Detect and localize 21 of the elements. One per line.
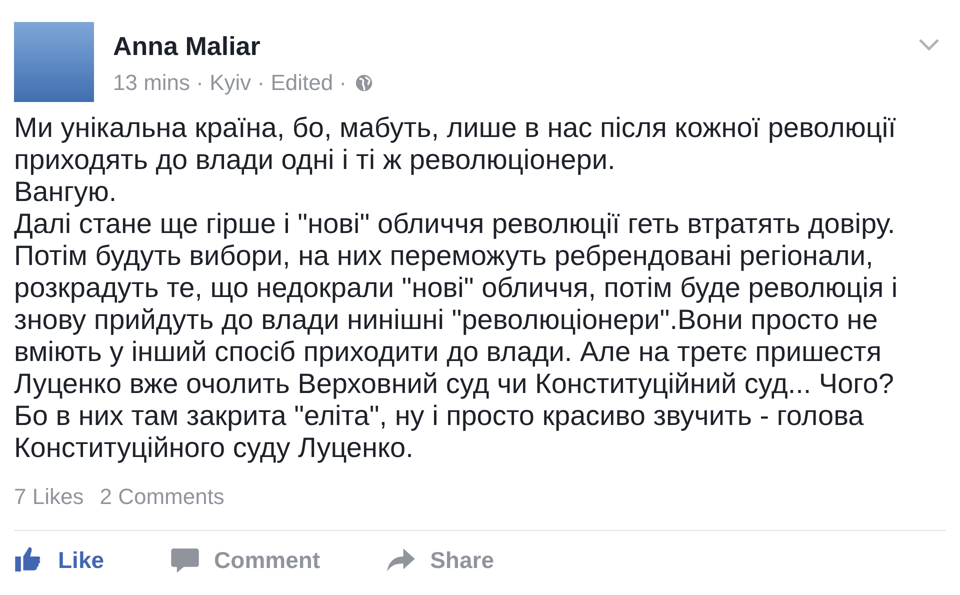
share-button[interactable]: Share bbox=[386, 541, 494, 579]
reaction-count[interactable]: 7 Likes bbox=[14, 484, 84, 510]
post-text-line: приходять до влади одні і ті ж революціонери. bbox=[14, 144, 616, 176]
reaction-count[interactable]: 2 Comments bbox=[100, 484, 224, 510]
globe-icon bbox=[354, 74, 373, 92]
post-text-line: Потім будуть вибори, на них переможуть ребрендовані регіонали, bbox=[14, 240, 874, 272]
comment-button[interactable]: Comment bbox=[170, 541, 320, 579]
post-text-line: Далі стане ще гірше і "нові" обличчя революції геть втратять довіру. bbox=[14, 208, 896, 240]
post-text-line: Вангую. bbox=[14, 176, 117, 208]
post-text-line: Луценко вже очолить Верховний суд чи Конституційний суд... Чого? bbox=[14, 368, 894, 400]
post-text-line: Конституційного суду Луценко. bbox=[14, 432, 414, 464]
post-text-line: Ми унікальна країна, бо, мабуть, лише в нас після кожної революції bbox=[14, 112, 896, 144]
post-text-line: Бо в них там закрита "еліта", ну і просто красиво звучить - голова bbox=[14, 400, 864, 432]
avatar-placeholder[interactable] bbox=[14, 22, 94, 102]
post-text-line: розкрадуть те, що недокрали "нові" обличчя, потім буде революція і bbox=[14, 272, 898, 304]
chevron-down-icon[interactable] bbox=[918, 38, 940, 52]
author-name[interactable]: Anna Maliar bbox=[113, 31, 918, 62]
post-text-line: знову прийдуть до влади нинішні "революціонери".Вони просто не bbox=[14, 304, 878, 336]
post-text-line: вміють у інший спосіб приходити до влади. Але на третє пришестя bbox=[14, 336, 882, 368]
like-button[interactable]: Like bbox=[14, 541, 104, 579]
post-meta: 13 mins · Kyiv · Edited · bbox=[113, 70, 347, 96]
